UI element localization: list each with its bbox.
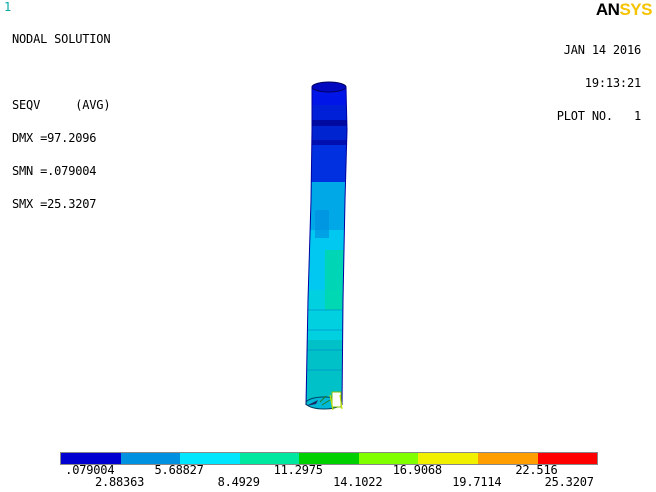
legend-band-3 (180, 453, 240, 464)
tower-top-cap (311, 81, 347, 93)
tower-model-view[interactable] (0, 0, 656, 492)
shade-patch (315, 210, 329, 238)
band-divider (306, 120, 347, 126)
legend-band-8 (477, 453, 538, 464)
legend-band-6 (358, 453, 419, 464)
legend-band-9 (537, 453, 598, 464)
door-opening (331, 391, 342, 408)
legend-band-1 (61, 453, 121, 464)
band-5 (306, 182, 347, 230)
color-legend-bar (60, 452, 598, 465)
legend-band-2 (120, 453, 181, 464)
legend-band-7 (418, 453, 478, 464)
band-4 (306, 145, 347, 182)
band-divider-2 (306, 140, 347, 145)
tower-body (306, 87, 347, 405)
legend-band-4 (239, 453, 300, 464)
legend-band-5 (299, 453, 359, 464)
